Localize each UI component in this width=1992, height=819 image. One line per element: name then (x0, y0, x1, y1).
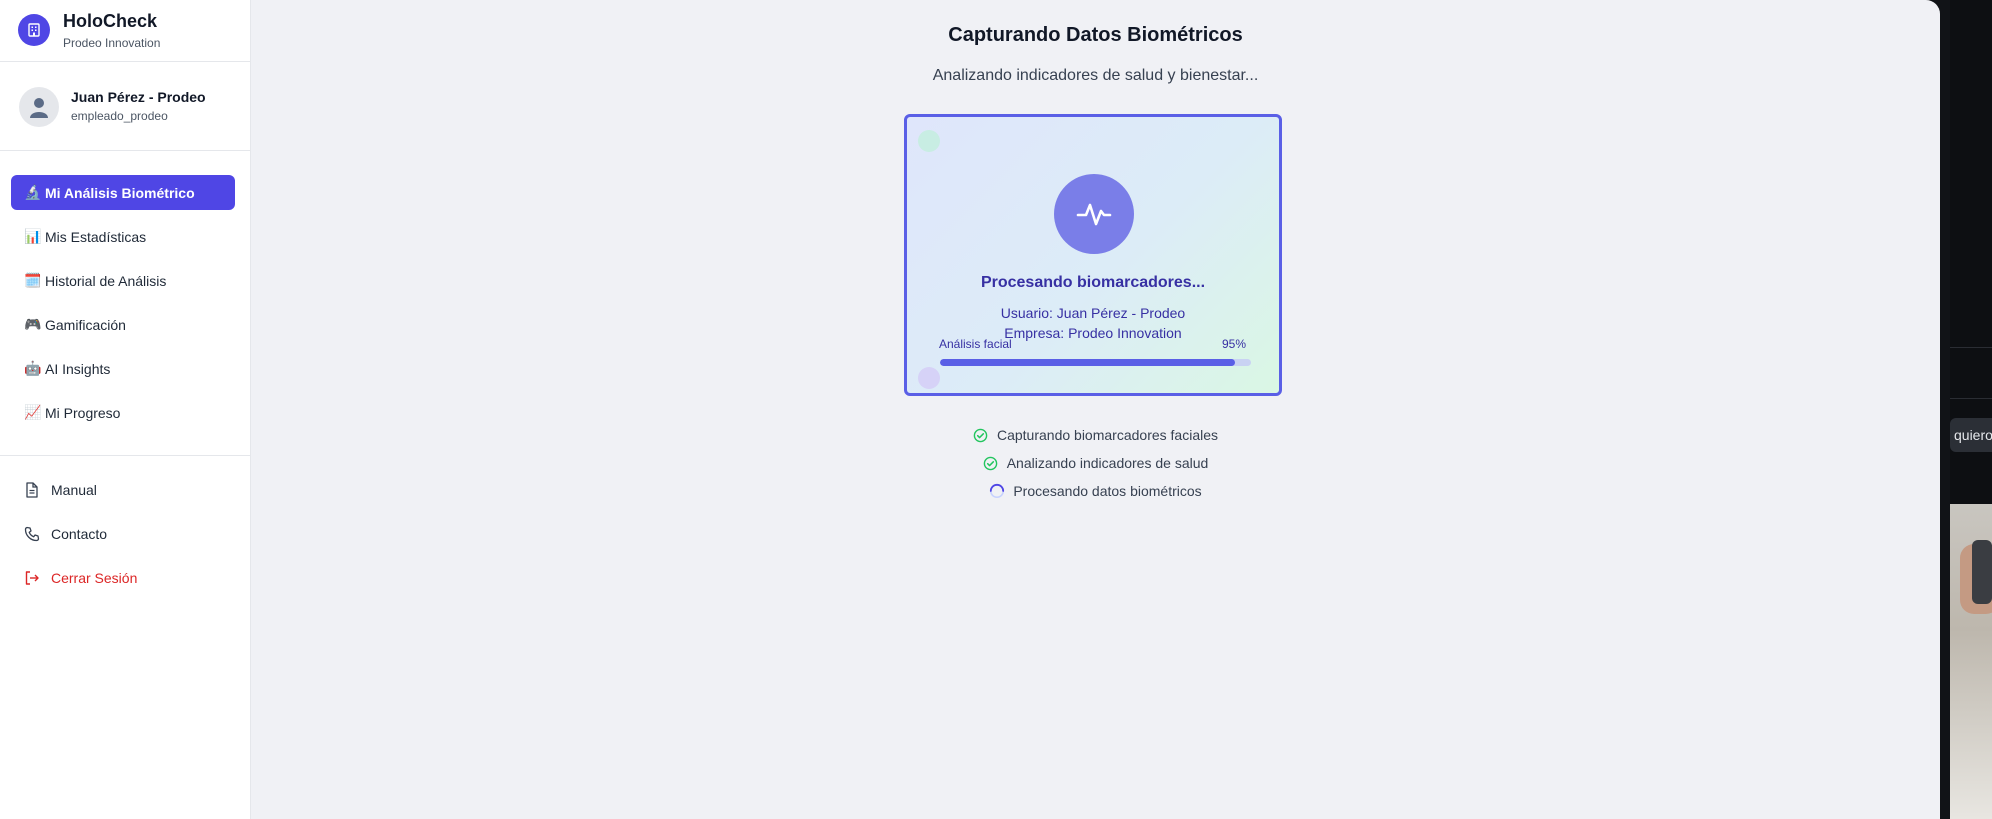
processing-status: Procesando biomarcadores... (980, 274, 1206, 291)
step-label: Procesando datos biométricos (1013, 483, 1202, 499)
background-window: quiero (1950, 0, 1992, 819)
step-label: Capturando biomarcadores faciales (996, 427, 1218, 443)
app-window: HoloCheck Prodeo Innovation Juan Pérez -… (0, 0, 1940, 819)
camera-preview (1950, 504, 1992, 819)
nav-item-label: Historial de Análisis (45, 272, 167, 289)
microscope-icon: 🔬 (24, 184, 42, 200)
brand-title: HoloCheck (63, 11, 158, 31)
nav-item-historial[interactable]: 🗓️ Historial de Análisis (11, 263, 235, 298)
nav-item-label: AI Insights (45, 360, 111, 377)
brand-header: HoloCheck Prodeo Innovation (0, 0, 250, 62)
nav-item-gamificacion[interactable]: 🎮 Gamificación (11, 307, 235, 342)
user-info-line: Usuario: Juan Pérez - Prodeo (1000, 305, 1186, 321)
nav-item-label: Mi Análisis Biométrico (45, 184, 195, 201)
progress-fill (940, 359, 1236, 366)
user-handle: empleado_prodeo (71, 109, 168, 123)
gamepad-icon: 🎮 (24, 316, 42, 332)
manual-link[interactable]: Manual (11, 472, 235, 507)
progress-label: Análisis facial (939, 337, 1012, 351)
user-avatar-icon (19, 87, 59, 127)
user-profile: Juan Pérez - Prodeo empleado_prodeo (0, 61, 250, 151)
nav-item-label: Mis Estadísticas (45, 228, 147, 245)
nav-item-label: Mi Progreso (45, 404, 121, 421)
building-icon (18, 14, 50, 46)
decorative-dot (918, 130, 940, 152)
bar-chart-icon: 📊 (24, 228, 42, 244)
phone-icon (23, 525, 41, 543)
contact-label: Contacto (51, 525, 108, 542)
step-item: Capturando biomarcadores faciales (251, 427, 1940, 443)
step-item: Analizando indicadores de salud (251, 455, 1940, 471)
nav-item-estadisticas[interactable]: 📊 Mis Estadísticas (11, 219, 235, 254)
trend-up-icon: 📈 (24, 404, 42, 420)
sidebar: HoloCheck Prodeo Innovation Juan Pérez -… (0, 0, 251, 819)
manual-label: Manual (51, 481, 97, 498)
robot-icon: 🤖 (24, 360, 42, 376)
logout-label: Cerrar Sesión (51, 569, 138, 586)
activity-pulse-icon (1054, 174, 1134, 254)
spinner-icon (989, 483, 1005, 499)
document-icon (23, 481, 41, 499)
nav-item-analisis-biometrico[interactable]: 🔬 Mi Análisis Biométrico (11, 175, 235, 210)
main-content: Capturando Datos Biométricos Analizando … (251, 0, 1940, 819)
brand-subtitle: Prodeo Innovation (63, 36, 161, 50)
phone-shape (1972, 540, 1992, 604)
page-subtitle: Analizando indicadores de salud y bienes… (932, 67, 1259, 84)
progress-value: 95% (1221, 337, 1246, 351)
nav-item-label: Gamificación (45, 316, 126, 333)
decorative-dot (918, 367, 940, 389)
panel-divider (1950, 398, 1992, 399)
chat-input-fragment[interactable]: quiero (1950, 418, 1992, 452)
nav-item-mi-progreso[interactable]: 📈 Mi Progreso (11, 395, 235, 430)
panel-divider (1950, 347, 1992, 348)
nav-item-ai-insights[interactable]: 🤖 AI Insights (11, 351, 235, 386)
logout-icon (23, 569, 41, 587)
user-name: Juan Pérez - Prodeo (71, 89, 206, 105)
step-label: Analizando indicadores de salud (1006, 455, 1209, 471)
page-title: Capturando Datos Biométricos (948, 24, 1243, 46)
sidebar-divider (0, 455, 250, 456)
logout-button[interactable]: Cerrar Sesión (11, 560, 235, 595)
progress-bar (940, 359, 1251, 366)
check-circle-icon (973, 427, 989, 443)
check-circle-icon (983, 455, 999, 471)
calendar-icon: 🗓️ (24, 272, 42, 288)
contact-link[interactable]: Contacto (11, 516, 235, 551)
capture-card: Procesando biomarcadores... Usuario: Jua… (904, 114, 1282, 396)
step-item: Procesando datos biométricos (251, 483, 1940, 499)
